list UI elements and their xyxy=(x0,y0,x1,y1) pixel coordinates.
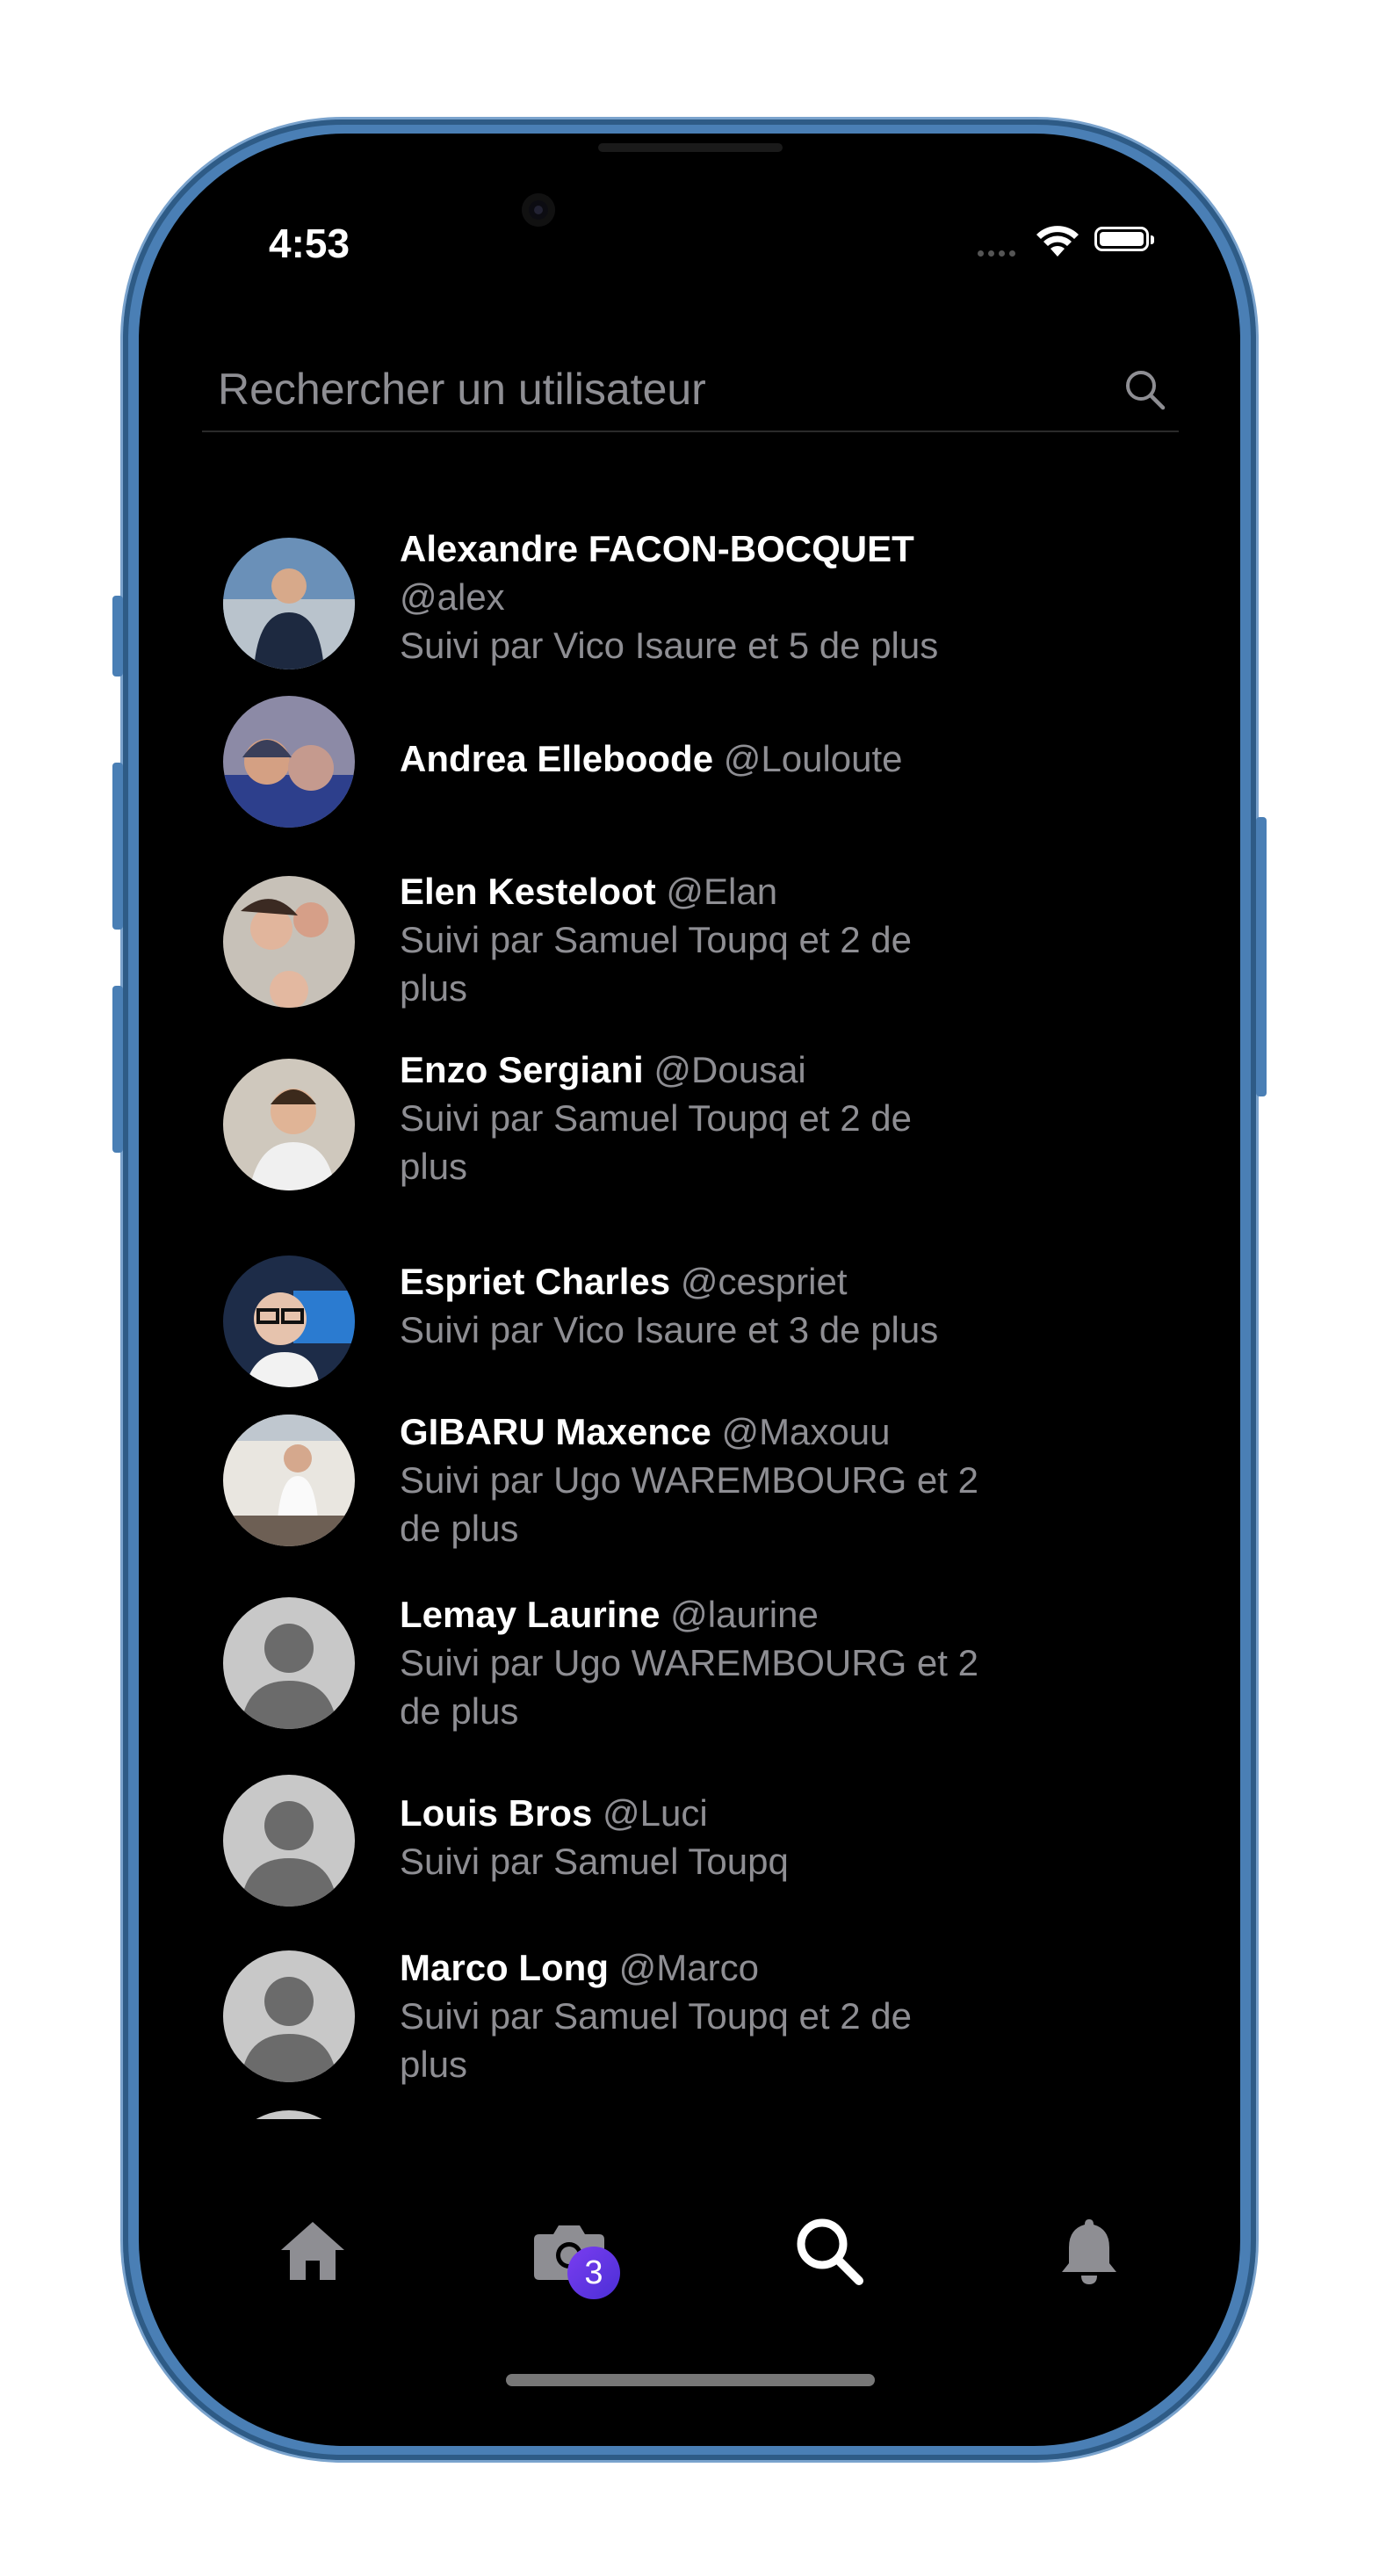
user-handle: @Luci xyxy=(603,1792,708,1834)
followed-by-text: Suivi par Ugo WAREMBOURG et 2 de plus xyxy=(400,1459,978,1549)
user-row[interactable]: Alexandre FACON-BOCQUET @alex Suivi par … xyxy=(139,520,1240,669)
user-row[interactable]: GIBARU Maxence @Maxouu Suivi par Ugo WAR… xyxy=(139,1399,1240,1566)
front-camera xyxy=(522,193,555,227)
user-handle: @Dousai xyxy=(653,1049,806,1090)
screen: 4:53 Alexandre FACON-BOCQUET @alex Suivi… xyxy=(139,134,1240,2446)
user-row[interactable]: Andrea Elleboode @Louloute xyxy=(139,696,1240,845)
user-handle: @Marco xyxy=(618,1947,759,1988)
user-name: Alexandre FACON-BOCQUET xyxy=(400,528,914,569)
battery-icon xyxy=(1094,227,1154,251)
user-row[interactable]: Marco Long @Marco Suivi par Samuel Toupq… xyxy=(139,1933,1240,2100)
search-icon xyxy=(797,2218,863,2285)
user-name: Espriet Charles xyxy=(400,1261,671,1302)
avatar xyxy=(223,1415,355,1546)
side-button-power xyxy=(1256,817,1267,1096)
user-name: Elen Kesteloot xyxy=(400,871,656,912)
followed-by-text: Suivi par Samuel Toupq et 2 de plus xyxy=(400,1995,912,2085)
user-name: Lemay Laurine xyxy=(400,1594,661,1635)
user-name: Enzo Sergiani xyxy=(400,1049,644,1090)
followed-by-text: Suivi par Ugo WAREMBOURG et 2 de plus xyxy=(400,1642,978,1732)
avatar xyxy=(223,1059,355,1190)
side-button-volume-down xyxy=(112,986,123,1153)
home-icon xyxy=(281,2222,344,2280)
default-avatar xyxy=(223,2110,355,2119)
tab-home[interactable] xyxy=(269,2207,357,2295)
user-name: Louis Bros xyxy=(400,1792,593,1834)
user-handle: @cespriet xyxy=(680,1261,848,1302)
bell-icon xyxy=(1062,2219,1116,2284)
search-icon[interactable] xyxy=(1123,367,1168,413)
followed-by-text: Suivi par Samuel Toupq et 2 de plus xyxy=(400,1097,912,1187)
side-button-volume-up xyxy=(112,763,123,930)
search-bar xyxy=(202,353,1179,432)
user-handle: @Louloute xyxy=(723,738,903,779)
home-indicator xyxy=(506,2374,875,2386)
default-avatar xyxy=(223,1597,355,1729)
avatar xyxy=(223,1255,355,1387)
signal-dots-icon xyxy=(978,245,1027,257)
user-name: Andrea Elleboode xyxy=(400,738,714,779)
default-avatar xyxy=(223,1775,355,1907)
user-row[interactable]: Espriet Charles @cespriet Suivi par Vico… xyxy=(139,1236,1240,1387)
avatar xyxy=(223,696,355,828)
followed-by-text: Suivi par Vico Isaure et 3 de plus xyxy=(400,1309,939,1350)
user-handle: @Elan xyxy=(666,871,778,912)
followed-by-text: Suivi par Samuel Toupq xyxy=(400,1841,789,1882)
user-handle: @laurine xyxy=(670,1594,819,1635)
status-time: 4:53 xyxy=(269,221,350,266)
wifi-icon xyxy=(1036,226,1079,257)
tab-bar xyxy=(139,2207,1240,2321)
user-row[interactable]: Enzo Sergiani @Dousai Suivi par Samuel T… xyxy=(139,1049,1240,1221)
side-button-mute xyxy=(112,596,123,677)
avatar xyxy=(223,538,355,669)
tab-notifications[interactable] xyxy=(1045,2207,1133,2295)
speaker-grille xyxy=(598,143,783,152)
search-input[interactable] xyxy=(216,353,1098,425)
followed-by-text: Suivi par Samuel Toupq et 2 de plus xyxy=(400,919,912,1009)
camera-badge: 3 xyxy=(567,2247,620,2299)
user-handle: @Maxouu xyxy=(721,1411,891,1452)
user-row[interactable]: Louis Bros @Luci Suivi par Samuel Toupq xyxy=(139,1757,1240,1907)
avatar xyxy=(223,876,355,1008)
default-avatar xyxy=(223,1950,355,2082)
user-name: Marco Long xyxy=(400,1947,609,1988)
user-handle: @alex xyxy=(400,576,505,618)
tab-search[interactable] xyxy=(785,2207,873,2295)
user-row[interactable]: Lemay Laurine @laurine Suivi par Ugo WAR… xyxy=(139,1581,1240,1748)
user-row[interactable]: Elen Kesteloot @Elan Suivi par Samuel To… xyxy=(139,871,1240,1038)
user-list: Alexandre FACON-BOCQUET @alex Suivi par … xyxy=(139,520,1240,2119)
user-name: GIBARU Maxence xyxy=(400,1411,711,1452)
followed-by-text: Suivi par Vico Isaure et 5 de plus xyxy=(400,625,939,666)
